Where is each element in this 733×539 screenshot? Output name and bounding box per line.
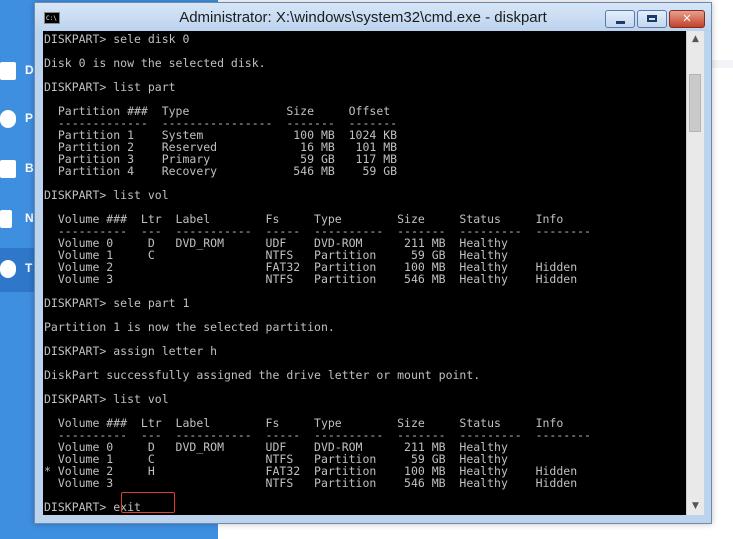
scroll-up-icon[interactable]: ▲ (687, 31, 704, 48)
document-icon (0, 160, 16, 178)
sidebar-item-label: P (25, 111, 34, 125)
scroll-thumb[interactable] (689, 74, 701, 132)
exit-command-highlight (121, 492, 175, 513)
console-line: Disk 0 is now the selected disk. (44, 56, 266, 70)
console-output[interactable]: DISKPART> sele disk 0 Disk 0 is now the s… (43, 31, 686, 515)
minimize-icon (616, 21, 625, 24)
console-line: Partition 1 is now the selected partitio… (44, 320, 335, 334)
pie-chart-icon (0, 110, 16, 128)
gear-icon (0, 260, 16, 278)
sidebar-item-label: B (25, 161, 34, 175)
network-icon (0, 210, 12, 228)
console-line: DISKPART> list vol (44, 188, 169, 202)
title-bar[interactable]: C:\ Administrator: X:\windows\system32\c… (35, 3, 711, 31)
console-line: DISKPART> list vol (44, 392, 169, 406)
console-line: Partition 4 Recovery 546 MB 59 GB (44, 164, 398, 178)
cmd-window[interactable]: C:\ Administrator: X:\windows\system32\c… (34, 2, 712, 524)
console-line: DISKPART> list part (44, 80, 176, 94)
sidebar-item-label: T (25, 261, 33, 275)
console-line: DiskPart successfully assigned the drive… (44, 368, 481, 382)
vertical-scrollbar[interactable]: ▲ ▼ (686, 31, 704, 515)
console-line: Volume 3 NTFS Partition 546 MB Healthy H… (44, 272, 578, 286)
background-panel-edge (710, 60, 733, 68)
maximize-icon (647, 15, 657, 22)
console-line: Volume 3 NTFS Partition 546 MB Healthy H… (44, 476, 578, 490)
scroll-down-icon[interactable]: ▼ (687, 498, 704, 515)
minimize-button[interactable] (605, 10, 635, 28)
disk-icon (0, 62, 16, 80)
console-line: DISKPART> assign letter h (44, 344, 218, 358)
sidebar-item-label: N (25, 211, 34, 225)
sidebar-item-label: D (25, 63, 34, 77)
close-icon: ✕ (682, 12, 692, 25)
close-button[interactable]: ✕ (669, 10, 705, 28)
console-line: DISKPART> sele disk 0 (44, 32, 190, 46)
console-line: DISKPART> sele part 1 (44, 296, 190, 310)
maximize-button[interactable] (637, 10, 667, 28)
